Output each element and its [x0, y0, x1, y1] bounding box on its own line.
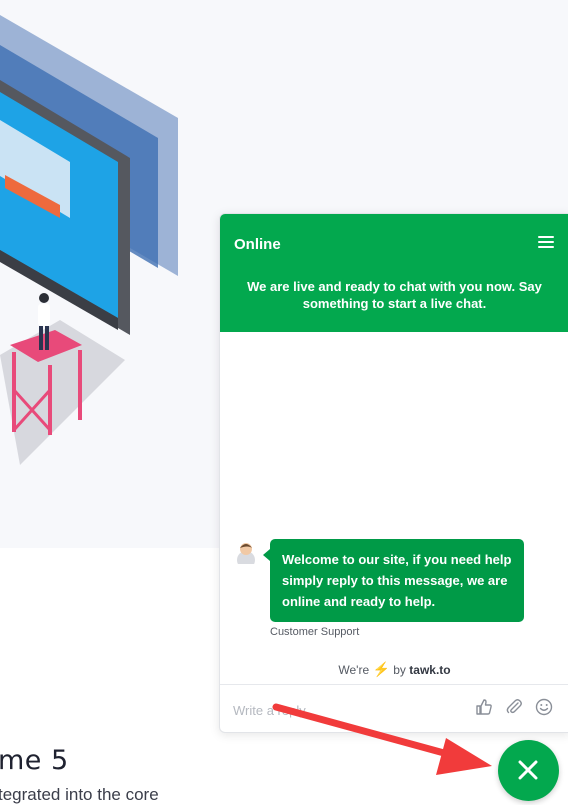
- paperclip-icon[interactable]: [504, 697, 524, 717]
- chat-status: Online: [234, 236, 281, 253]
- message-composer: [220, 684, 568, 732]
- close-chat-button[interactable]: [498, 740, 559, 801]
- page-heading: me 5: [0, 745, 69, 776]
- agent-avatar: [237, 543, 255, 564]
- hero-illustration: [0, 15, 178, 465]
- lightning-bolt-icon: ⚡: [372, 661, 390, 677]
- chat-intro-text: We are live and ready to chat with you n…: [247, 279, 542, 311]
- powered-by[interactable]: We're ⚡ by tawk.to: [220, 661, 568, 678]
- powered-by-label: by: [393, 663, 406, 677]
- powered-prefix: We're: [338, 663, 370, 677]
- thumbs-up-icon[interactable]: [474, 697, 494, 717]
- chat-header: Online We are live and ready to chat wit…: [220, 214, 568, 332]
- close-icon: [518, 760, 538, 780]
- page-subtext: tegrated into the core: [0, 785, 159, 804]
- chat-widget: Online We are live and ready to chat wit…: [219, 213, 568, 733]
- hamburger-menu-icon[interactable]: [538, 236, 554, 250]
- agent-name: Customer Support: [270, 626, 360, 638]
- reply-input[interactable]: [233, 699, 463, 721]
- smiley-icon[interactable]: [534, 697, 554, 717]
- tawkto-brand-link[interactable]: tawk.to: [409, 663, 450, 677]
- agent-message-bubble: Welcome to our site, if you need help si…: [263, 539, 524, 622]
